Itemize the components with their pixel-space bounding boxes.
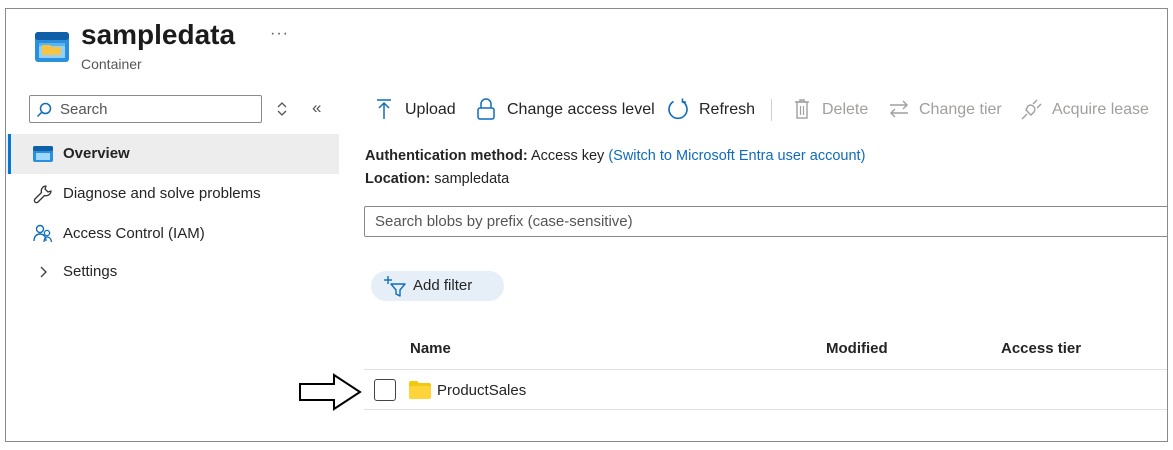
header-divider — [364, 369, 1167, 370]
collapse-sidebar-button[interactable]: « — [312, 98, 321, 118]
lock-icon — [477, 98, 495, 120]
more-options-button[interactable]: ··· — [270, 25, 289, 43]
change-access-level-button[interactable]: Change access level — [477, 97, 655, 125]
refresh-icon — [668, 98, 688, 120]
column-header-modified[interactable]: Modified — [826, 340, 888, 357]
column-header-access-tier[interactable]: Access tier — [1001, 340, 1081, 357]
location-label: Location: — [365, 171, 431, 187]
sidebar-item-overview[interactable]: Overview — [6, 134, 339, 174]
sidebar-item-iam[interactable]: Access Control (IAM) — [6, 214, 339, 254]
trash-icon — [795, 99, 809, 119]
portal-frame: sampledata ··· Container Search « Overvi… — [5, 8, 1168, 442]
container-icon — [33, 146, 53, 162]
refresh-button[interactable]: Refresh — [667, 97, 757, 125]
location-line: Location: sampledata — [365, 171, 509, 187]
folder-icon — [409, 381, 431, 399]
change-tier-label: Change tier — [919, 101, 1002, 118]
upload-label: Upload — [405, 101, 456, 118]
sort-updown-icon[interactable] — [276, 100, 288, 118]
toolbar-divider — [771, 99, 772, 121]
row-checkbox[interactable] — [374, 379, 396, 401]
column-header-name[interactable]: Name — [410, 340, 451, 357]
upload-icon — [377, 99, 391, 119]
plug-icon — [1021, 99, 1042, 120]
auth-method-label: Authentication method: — [365, 148, 528, 164]
acquire-lease-button[interactable]: Acquire lease — [1021, 97, 1151, 125]
sidebar-search-input[interactable]: Search — [29, 95, 262, 123]
refresh-label: Refresh — [699, 101, 756, 118]
add-filter-icon — [384, 276, 406, 297]
sidebar-search-placeholder: Search — [60, 101, 108, 118]
page-subtitle: Container — [81, 56, 142, 72]
add-filter-button[interactable]: Add filter — [371, 271, 504, 301]
pointer-arrow-icon — [299, 373, 362, 411]
row-divider — [364, 409, 1167, 410]
add-filter-label: Add filter — [413, 277, 473, 294]
sidebar-item-label: Access Control (IAM) — [63, 225, 205, 242]
active-indicator — [8, 134, 11, 174]
blob-search-input[interactable]: Search blobs by prefix (case-sensitive) — [364, 206, 1167, 237]
sidebar-item-diagnose[interactable]: Diagnose and solve problems — [6, 174, 339, 214]
switch-auth-link[interactable]: (Switch to Microsoft Entra user account) — [608, 148, 865, 164]
blob-search-placeholder: Search blobs by prefix (case-sensitive) — [375, 213, 633, 230]
swap-arrows-icon — [890, 100, 908, 118]
location-value: sampledata — [434, 171, 510, 187]
sidebar-item-label: Settings — [63, 263, 118, 280]
change-access-label: Change access level — [507, 101, 655, 118]
people-icon — [33, 224, 53, 243]
change-tier-button[interactable]: Change tier — [889, 97, 1004, 125]
chevron-right-icon — [40, 266, 47, 278]
folder-name-link[interactable]: ProductSales — [437, 382, 526, 399]
search-icon — [36, 102, 52, 118]
upload-button[interactable]: Upload — [376, 97, 461, 125]
sidebar-item-settings[interactable]: Settings — [6, 252, 339, 292]
sidebar-item-label: Overview — [63, 145, 130, 162]
acquire-lease-label: Acquire lease — [1052, 101, 1149, 118]
delete-button[interactable]: Delete — [794, 97, 874, 125]
auth-method-line: Authentication method: Access key (Switc… — [365, 148, 865, 164]
storage-container-icon — [35, 32, 69, 62]
page-title: sampledata — [81, 19, 236, 50]
auth-method-value: Access key — [530, 148, 605, 164]
wrench-icon — [33, 185, 52, 204]
delete-label: Delete — [822, 101, 869, 118]
sidebar-item-label: Diagnose and solve problems — [63, 185, 261, 202]
